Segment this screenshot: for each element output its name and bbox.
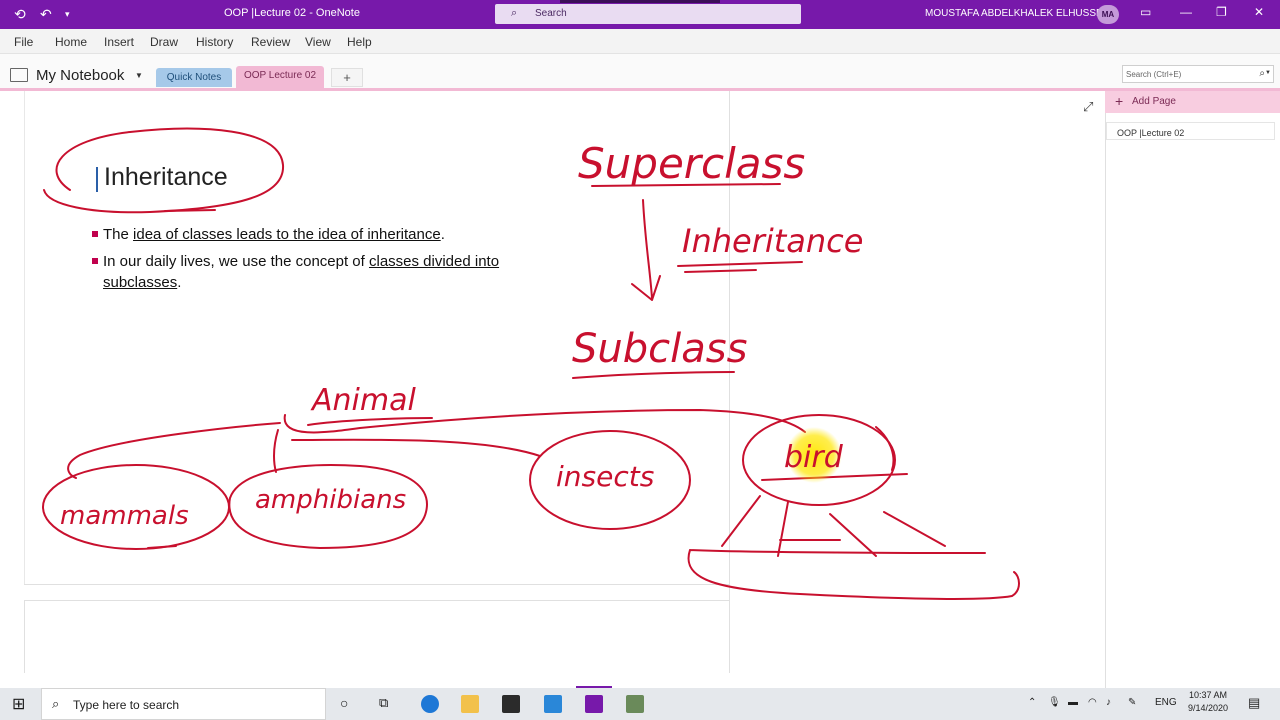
tab-insert[interactable]: Insert — [104, 35, 134, 49]
bullet-icon — [92, 258, 98, 264]
avatar[interactable]: MA — [1097, 5, 1119, 24]
tab-view[interactable]: View — [305, 35, 331, 49]
microphone-icon[interactable]: 🎙 — [1048, 697, 1061, 708]
search-placeholder: Search (Ctrl+E) — [1126, 70, 1182, 79]
customize-qat-icon[interactable]: ▾ — [65, 9, 70, 20]
chevron-down-icon[interactable]: ▼ — [1265, 70, 1271, 76]
section-tab-quick-notes[interactable]: Quick Notes — [156, 68, 232, 87]
chevron-up-icon[interactable]: ⌃ — [1028, 697, 1036, 708]
search-icon: ⌕ — [511, 7, 518, 19]
tab-home[interactable]: Home — [55, 35, 87, 49]
chevron-down-icon[interactable]: ▼ — [135, 71, 143, 80]
tab-review[interactable]: Review — [251, 35, 290, 49]
pages-pane — [1105, 91, 1280, 688]
close-icon[interactable]: ✕ — [1254, 5, 1264, 19]
back-icon[interactable]: ⟲ — [14, 6, 26, 23]
windows-start-icon[interactable]: ⊞ — [12, 694, 25, 714]
notebook-name[interactable]: My Notebook — [36, 67, 124, 84]
tab-draw[interactable]: Draw — [150, 35, 178, 49]
taskbar-search-placeholder: Type here to search — [73, 698, 180, 712]
ribbon-tabs: File Home Insert Draw History Review Vie… — [0, 29, 1280, 54]
clock-time: 10:37 AM — [1188, 690, 1228, 700]
clock[interactable]: 10:37 AM 9/14/2020 — [1182, 689, 1234, 715]
minimize-icon[interactable]: — — [1180, 5, 1192, 19]
user-name[interactable]: MOUSTAFA ABDELKHALEK ELHUSSEI — [925, 8, 1105, 19]
expand-icon[interactable]: ⤢ — [1083, 99, 1093, 115]
search-box[interactable]: ⌕ Search — [495, 4, 801, 24]
wifi-icon[interactable]: ◠ — [1088, 697, 1097, 708]
page-title[interactable]: Inheritance — [104, 163, 228, 192]
tab-help[interactable]: Help — [347, 35, 372, 49]
search-icon: ⌕ — [52, 696, 60, 711]
section-tab-oop-lecture[interactable]: OOP Lecture 02 — [236, 66, 324, 89]
taskbar-search[interactable]: ⌕ Type here to search — [41, 688, 326, 720]
task-view-icon[interactable]: ⧉ — [379, 695, 388, 711]
add-page-label: Add Page — [1132, 96, 1176, 107]
bullet-icon — [92, 231, 98, 237]
add-section-button[interactable]: + — [331, 68, 363, 87]
tab-file[interactable]: File — [14, 35, 33, 49]
clock-date: 9/14/2020 — [1187, 703, 1229, 713]
bullet-text-1[interactable]: The idea of classes leads to the idea of… — [103, 224, 445, 245]
store-icon[interactable] — [502, 695, 520, 713]
onenote-icon[interactable] — [585, 695, 603, 713]
notification-icon[interactable]: ▤ — [1248, 695, 1260, 711]
text-cursor — [96, 167, 98, 192]
language-indicator[interactable]: ENG — [1155, 697, 1177, 708]
battery-icon[interactable]: ▬ — [1068, 697, 1078, 708]
plus-icon: + — [1115, 93, 1124, 109]
bullet-text-2[interactable]: In our daily lives, we use the concept o… — [103, 251, 573, 293]
page-list-item[interactable]: OOP |Lecture 02 — [1106, 122, 1275, 140]
tab-history[interactable]: History — [196, 35, 233, 49]
title-bar: ⟲ ↶ ▾ OOP |Lecture 02 - OneNote ⌕ Search… — [0, 0, 1280, 29]
window-title: OOP |Lecture 02 - OneNote — [224, 7, 360, 19]
ribbon-display-icon[interactable]: ▭ — [1140, 5, 1151, 19]
restore-icon[interactable]: ❐ — [1216, 5, 1227, 19]
search-label: Search — [535, 8, 567, 19]
pen-icon[interactable]: ✎ — [1128, 697, 1136, 708]
page-search-input[interactable]: Search (Ctrl+E) ⌕ ▼ — [1122, 65, 1274, 83]
add-page-button[interactable]: + Add Page — [1105, 91, 1280, 113]
volume-icon[interactable]: ♪ — [1106, 697, 1111, 708]
cortana-icon[interactable]: ○ — [340, 695, 348, 711]
edge-icon[interactable] — [421, 695, 439, 713]
app-icon[interactable] — [626, 695, 644, 713]
undo-icon[interactable]: ↶ — [40, 6, 52, 23]
notebook-icon[interactable] — [10, 68, 28, 82]
file-explorer-icon[interactable] — [461, 695, 479, 713]
mail-icon[interactable] — [544, 695, 562, 713]
